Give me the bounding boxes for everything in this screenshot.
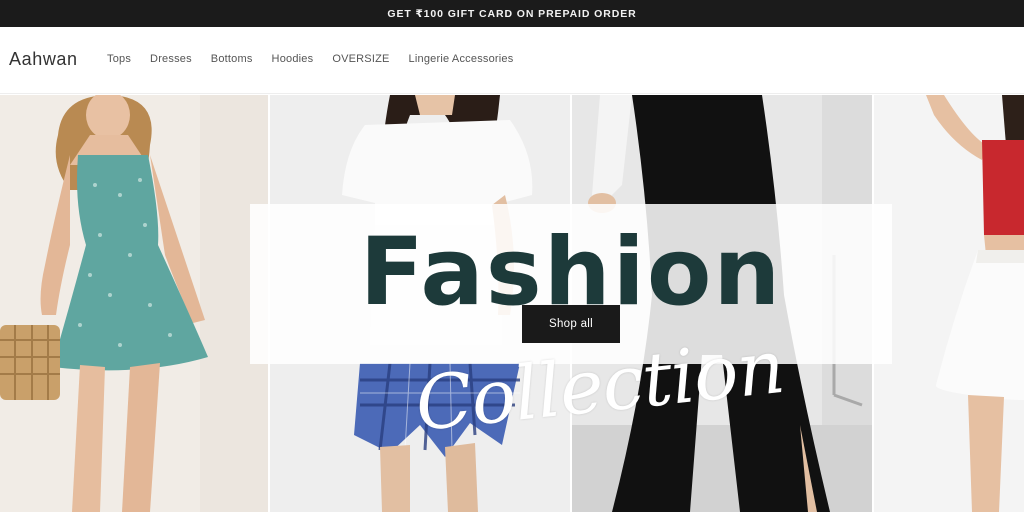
nav-item-lingerie-accessories[interactable]: Lingerie Accessories bbox=[409, 53, 514, 65]
nav-item-oversize[interactable]: OVERSIZE bbox=[332, 53, 389, 65]
hero-image-dress bbox=[0, 95, 268, 512]
main-nav: Tops Dresses Bottoms Hoodies OVERSIZE Li… bbox=[107, 53, 532, 65]
shop-all-button[interactable]: Shop all bbox=[522, 305, 620, 343]
nav-item-dresses[interactable]: Dresses bbox=[150, 53, 192, 65]
store-logo[interactable]: Aahwan bbox=[9, 49, 78, 70]
hero-banner: Fashion Collection Shop all bbox=[0, 95, 1024, 512]
nav-item-hoodies[interactable]: Hoodies bbox=[272, 53, 314, 65]
hero-image-red-top bbox=[874, 95, 1024, 512]
announcement-text: GET ₹100 GIFT CARD ON PREPAID ORDER bbox=[387, 7, 637, 20]
nav-item-bottoms[interactable]: Bottoms bbox=[211, 53, 253, 65]
site-header: Aahwan Tops Dresses Bottoms Hoodies OVER… bbox=[0, 27, 1024, 94]
announcement-bar: GET ₹100 GIFT CARD ON PREPAID ORDER bbox=[0, 0, 1024, 27]
nav-item-tops[interactable]: Tops bbox=[107, 53, 131, 65]
